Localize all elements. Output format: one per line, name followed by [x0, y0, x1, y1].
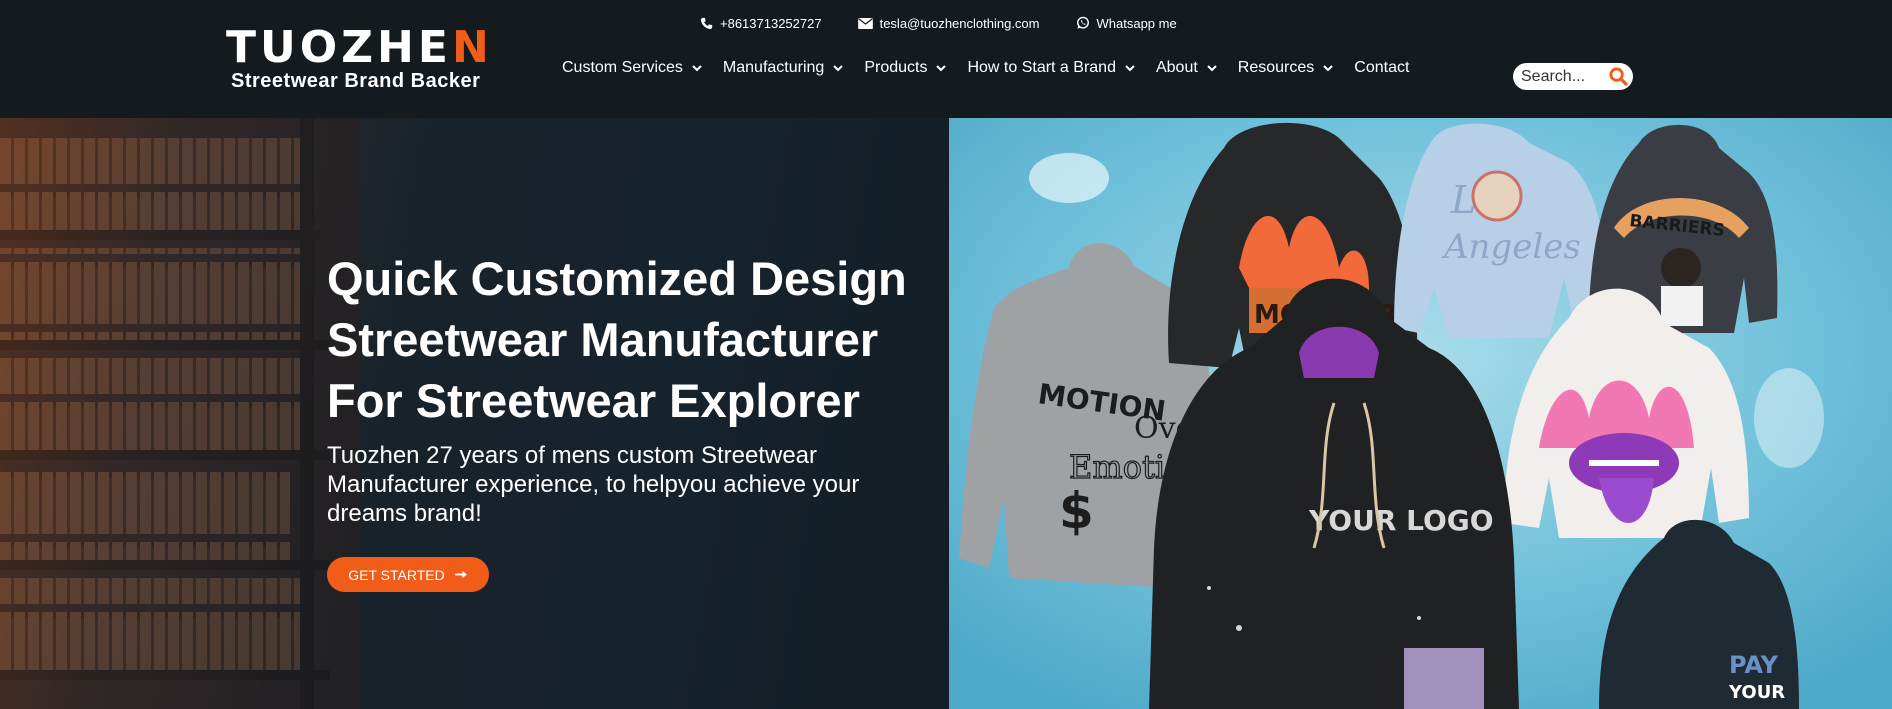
nav-item-contact[interactable]: Contact [1354, 59, 1409, 77]
email-address: tesla@tuozhenclothing.com [879, 15, 1040, 31]
hero-subtitle: Tuozhen 27 years of mens custom Streetwe… [327, 442, 860, 527]
email-link[interactable]: tesla@tuozhenclothing.com [857, 15, 1040, 31]
whatsapp-label: Whatsapp me [1096, 15, 1177, 31]
nav-label: Products [864, 59, 928, 76]
get-started-button[interactable]: GET STARTED [327, 557, 489, 592]
site-header: TUOZHEN Streetwear Brand Backer +8613713… [0, 0, 1892, 118]
nav-item-products[interactable]: Products [864, 59, 947, 77]
pay-print: PAY [1729, 651, 1779, 679]
hoodies-photo: MOTION Over Emotion $ MONSTER Los Angele… [949, 118, 1892, 709]
nav-label: Custom Services [562, 59, 683, 76]
chevron-down-icon [936, 64, 947, 71]
cta-label: GET STARTED [348, 566, 445, 583]
hero-section: Quick Customized Design Streetwear Manuf… [0, 118, 949, 709]
nav-label: About [1155, 59, 1198, 76]
search-input[interactable] [1521, 67, 1607, 86]
phone-link[interactable]: +8613713252727 [700, 16, 822, 31]
whatsapp-link[interactable]: Whatsapp me [1076, 16, 1177, 31]
search-box [1513, 63, 1633, 90]
contact-bar: +8613713252727 tesla@tuozhenclothing.com… [700, 13, 1213, 33]
arrow-right-icon [454, 570, 467, 579]
whatsapp-icon [1076, 16, 1089, 29]
your-print: YOUR [1728, 682, 1785, 703]
nav-label: Resources [1237, 59, 1315, 76]
main-nav: Custom Services Manufacturing Products H… [562, 56, 1430, 80]
nav-label: Contact [1354, 59, 1410, 76]
hero-image: MOTION Over Emotion $ MONSTER Los Angele… [949, 118, 1892, 709]
hero-title: Quick Customized Design Streetwear Manuf… [327, 252, 907, 427]
brand-logo[interactable]: TUOZHEN Streetwear Brand Backer [226, 22, 501, 93]
nav-label: How to Start a Brand [967, 59, 1116, 76]
bookshelf-background [0, 118, 360, 709]
dollar-print: $ [1059, 482, 1094, 540]
chevron-down-icon [692, 64, 702, 71]
search-icon [1609, 67, 1628, 86]
chevron-down-icon [833, 64, 844, 71]
envelope-icon [857, 17, 873, 29]
hero-copy: Quick Customized Design Streetwear Manuf… [327, 248, 947, 528]
phone-icon [700, 17, 713, 29]
your-logo-print: YOUR LOGO [1308, 504, 1494, 537]
nav-item-manufacturing[interactable]: Manufacturing [722, 59, 844, 77]
nav-item-custom-services[interactable]: Custom Services [562, 59, 702, 77]
chevron-down-icon [1125, 64, 1135, 71]
logo-wordmark: TUOZHEN [226, 22, 493, 73]
angeles-print: Angeles [1441, 227, 1581, 267]
logo-tagline: Streetwear Brand Backer [231, 70, 481, 92]
nav-item-about[interactable]: About [1156, 59, 1217, 77]
nav-item-how-to-start-a-brand[interactable]: How to Start a Brand [967, 59, 1135, 77]
chevron-down-icon [1207, 64, 1217, 71]
phone-number: +8613713252727 [720, 15, 822, 31]
nav-item-resources[interactable]: Resources [1238, 59, 1333, 77]
search-button[interactable] [1609, 67, 1628, 86]
chevron-down-icon [1323, 64, 1333, 71]
nav-label: Manufacturing [722, 59, 825, 76]
